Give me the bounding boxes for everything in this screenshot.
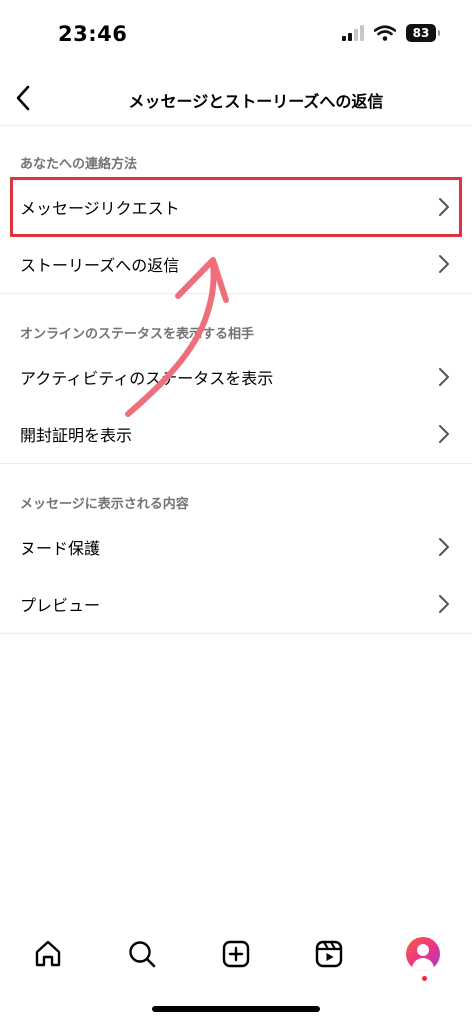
chevron-right-icon: [439, 368, 449, 386]
section-divider: [0, 293, 472, 294]
tab-bar: [0, 930, 472, 980]
menu-item-label: ストーリーズへの返信: [20, 256, 180, 275]
create-icon: [222, 940, 250, 968]
back-button[interactable]: [6, 78, 40, 118]
status-icons: 83: [342, 24, 440, 42]
menu-item-label: アクティビティのステータスを表示: [20, 369, 274, 388]
header-divider: [0, 125, 472, 126]
menu-item-label: プレビュー: [20, 596, 101, 615]
section-divider: [0, 633, 472, 634]
menu-item-activity-status[interactable]: アクティビティのステータスを表示: [0, 349, 472, 405]
tab-home[interactable]: [28, 934, 68, 974]
section-label-message-content: メッセージに表示される内容: [20, 497, 189, 512]
tab-create[interactable]: [216, 934, 256, 974]
avatar-head: [417, 944, 429, 956]
header: メッセージとストーリーズへの返信: [0, 72, 472, 126]
menu-item-preview[interactable]: プレビュー: [0, 576, 472, 632]
menu-item-message-requests[interactable]: メッセージリクエスト: [0, 179, 472, 235]
section-divider: [0, 463, 472, 464]
chevron-right-icon: [439, 538, 449, 556]
section-label-contact: あなたへの連絡方法: [20, 157, 138, 172]
menu-item-nudity-protection[interactable]: ヌード保護: [0, 519, 472, 575]
chevron-right-icon: [439, 425, 449, 443]
status-bar: 23:46 83: [0, 0, 472, 70]
chevron-right-icon: [439, 198, 449, 216]
chevron-right-icon: [439, 255, 449, 273]
tab-search[interactable]: [122, 934, 162, 974]
profile-avatar: [406, 937, 440, 971]
signal-icon: [342, 25, 364, 41]
menu-item-label: ヌード保護: [20, 539, 101, 558]
search-icon: [129, 941, 156, 968]
chevron-left-icon: [16, 85, 30, 111]
home-icon: [35, 940, 61, 967]
page-title: メッセージとストーリーズへの返信: [128, 92, 384, 111]
avatar-body: [412, 958, 434, 971]
home-indicator: [152, 1006, 320, 1012]
menu-item-story-replies[interactable]: ストーリーズへの返信: [0, 236, 472, 292]
section-label-online-status: オンラインのステータスを表示する相手: [20, 327, 255, 342]
menu-item-read-receipts[interactable]: 開封証明を表示: [0, 406, 472, 462]
battery-icon: 83: [406, 24, 440, 42]
screen: 23:46 83 メッセージとストーリーズへの返信 あなたへの連絡方法 メッセー…: [0, 0, 472, 1024]
reels-icon: [315, 940, 343, 968]
tab-profile[interactable]: [403, 934, 443, 974]
menu-item-label: メッセージリクエスト: [20, 199, 180, 218]
tab-reels[interactable]: [309, 934, 349, 974]
status-time: 23:46: [58, 22, 128, 46]
notification-dot: [422, 976, 427, 981]
menu-item-label: 開封証明を表示: [20, 426, 133, 445]
wifi-icon: [374, 25, 396, 41]
chevron-right-icon: [439, 595, 449, 613]
battery-level: 83: [412, 26, 430, 40]
